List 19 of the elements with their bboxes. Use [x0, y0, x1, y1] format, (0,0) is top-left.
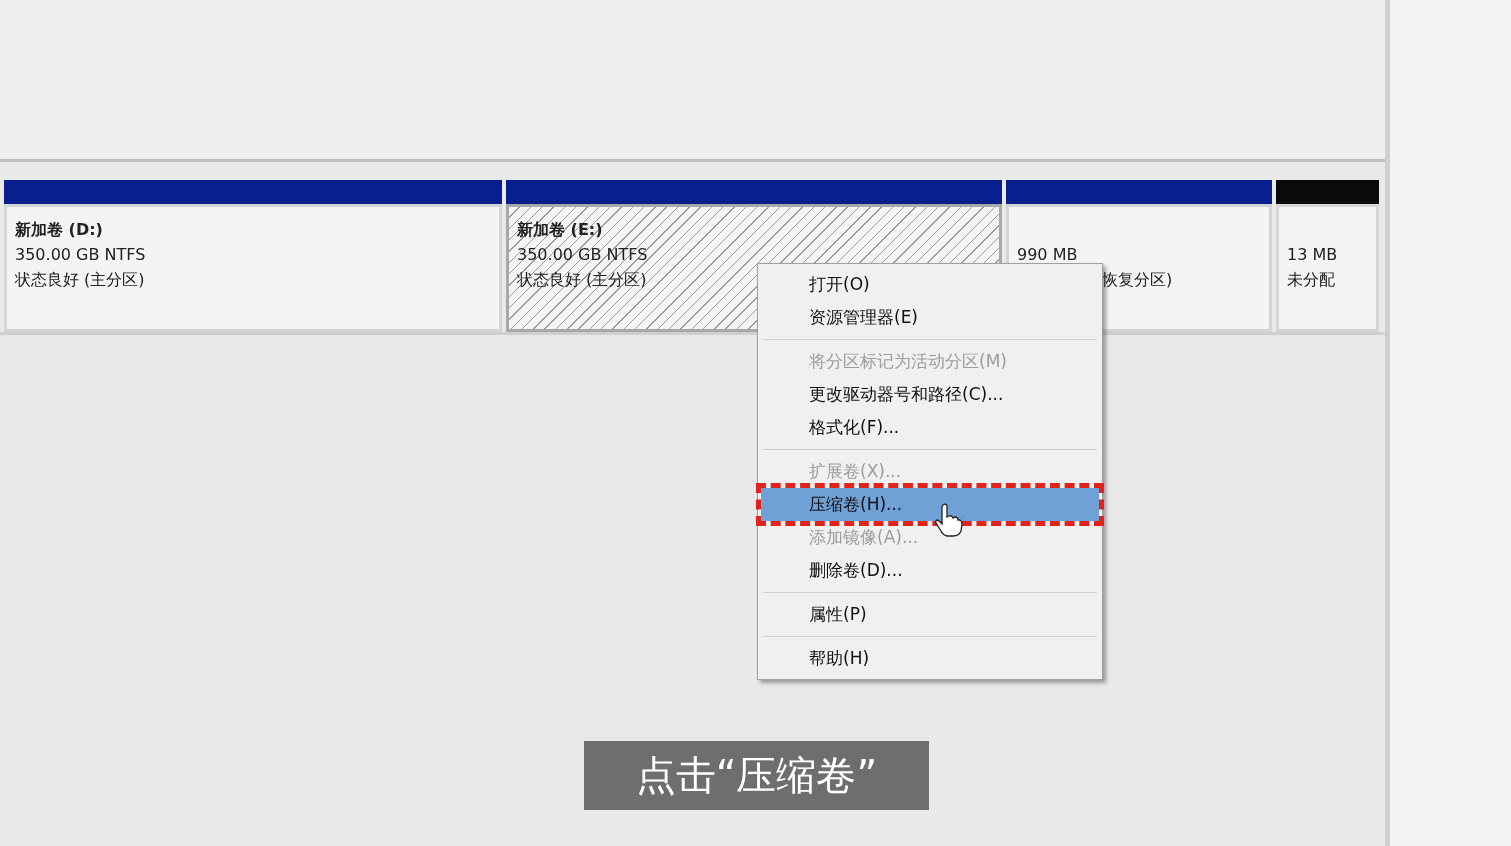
volume-status: 未分配: [1287, 269, 1335, 291]
menu-item[interactable]: 删除卷(D)...: [761, 554, 1099, 587]
volume-name: 新加卷 (D:): [15, 219, 103, 241]
menu-item[interactable]: 更改驱动器号和路径(C)...: [761, 378, 1099, 411]
menu-item[interactable]: 帮助(H): [761, 642, 1099, 675]
volume-name: 新加卷 (E:): [517, 219, 603, 241]
partition-block[interactable]: 13 MB 未分配: [1276, 204, 1379, 332]
menu-item[interactable]: 属性(P): [761, 598, 1099, 631]
volume-status: 状态良好 (主分区): [517, 269, 647, 291]
hand-cursor-icon: [935, 503, 963, 537]
partition-block[interactable]: 新加卷 (D:) 350.00 GB NTFS 状态良好 (主分区): [4, 204, 502, 332]
menu-item[interactable]: 格式化(F)...: [761, 411, 1099, 444]
volume-status: 恢复分区): [1102, 269, 1173, 291]
video-caption: 点击“压缩卷”: [584, 741, 929, 810]
volume-size: 350.00 GB NTFS: [517, 244, 648, 266]
volume-size: 13 MB: [1287, 244, 1338, 266]
volume-status: 状态良好 (主分区): [15, 269, 145, 291]
volume-size: 990 MB: [1017, 244, 1078, 266]
volume-size: 350.00 GB NTFS: [15, 244, 146, 266]
